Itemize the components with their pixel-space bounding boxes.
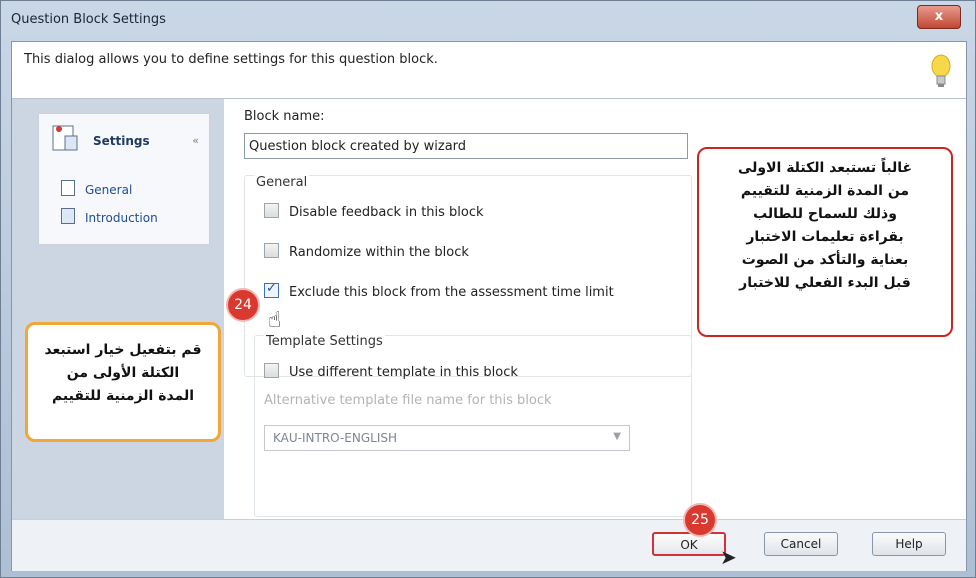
settings-panel: Settings « General Introduction xyxy=(38,113,210,245)
button-bar: OK Cancel Help xyxy=(12,519,966,571)
hand-cursor-icon: ☝ xyxy=(268,308,282,333)
checkbox-box[interactable] xyxy=(264,363,279,378)
ok-button[interactable]: OK xyxy=(652,532,726,556)
navigation-pane: Settings « General Introduction xyxy=(12,99,224,519)
settings-icon xyxy=(52,125,78,151)
page-icon xyxy=(61,180,75,196)
nav-item-label: Introduction xyxy=(85,211,158,225)
settings-label: Settings xyxy=(93,134,150,148)
checkbox-label: Disable feedback in this block xyxy=(289,205,484,220)
checkbox-label: Randomize within the block xyxy=(289,245,469,260)
step-marker-25: 25 xyxy=(683,503,717,537)
checkbox-label: Use different template in this block xyxy=(289,365,518,380)
general-group-title: General xyxy=(254,175,310,190)
block-name-input[interactable] xyxy=(244,133,688,159)
block-name-label: Block name: xyxy=(244,109,325,124)
instruction-callout-red: غالباً تستبعد الكتلة الاولى من المدة الز… xyxy=(697,147,953,337)
arrow-cursor-icon: ➤ xyxy=(720,545,737,569)
checkbox-label: Exclude this block from the assessment t… xyxy=(289,285,614,300)
nav-item-label: General xyxy=(85,183,133,197)
lightbulb-icon xyxy=(931,54,951,87)
checkbox-box[interactable] xyxy=(264,203,279,218)
alt-template-label: Alternative template file name for this … xyxy=(264,393,552,408)
close-button[interactable]: x xyxy=(917,5,961,29)
dialog-header: This dialog allows you to define setting… xyxy=(12,42,966,99)
nav-item-general[interactable]: General xyxy=(61,180,132,200)
template-group-title: Template Settings xyxy=(264,334,385,349)
dialog-description: This dialog allows you to define setting… xyxy=(24,52,438,67)
template-select[interactable]: KAU-INTRO-ENGLISH ▼ xyxy=(264,425,630,451)
use-template-checkbox[interactable]: Use different template in this block xyxy=(264,363,518,380)
settings-header[interactable]: Settings « xyxy=(39,114,209,154)
collapse-icon[interactable]: « xyxy=(192,134,199,147)
cancel-button[interactable]: Cancel xyxy=(764,532,838,556)
nav-item-introduction[interactable]: Introduction xyxy=(61,208,158,228)
randomize-checkbox[interactable]: Randomize within the block xyxy=(264,243,469,260)
step-marker-24: 24 xyxy=(226,288,260,322)
instruction-callout-orange: قم بتفعيل خيار استبعد الكتلة الأولى من ا… xyxy=(25,322,221,442)
title-bar[interactable]: Question Block Settings x xyxy=(1,1,975,41)
checkbox-box[interactable] xyxy=(264,281,279,298)
help-button[interactable]: Help xyxy=(872,532,946,556)
exclude-time-limit-checkbox[interactable]: Exclude this block from the assessment t… xyxy=(264,281,614,300)
template-select-value: KAU-INTRO-ENGLISH xyxy=(273,431,397,445)
disable-feedback-checkbox[interactable]: Disable feedback in this block xyxy=(264,203,484,220)
checkbox-box[interactable] xyxy=(264,243,279,258)
document-icon xyxy=(61,208,75,224)
dropdown-arrow-icon[interactable]: ▼ xyxy=(613,431,621,442)
dialog-title: Question Block Settings xyxy=(11,12,166,27)
